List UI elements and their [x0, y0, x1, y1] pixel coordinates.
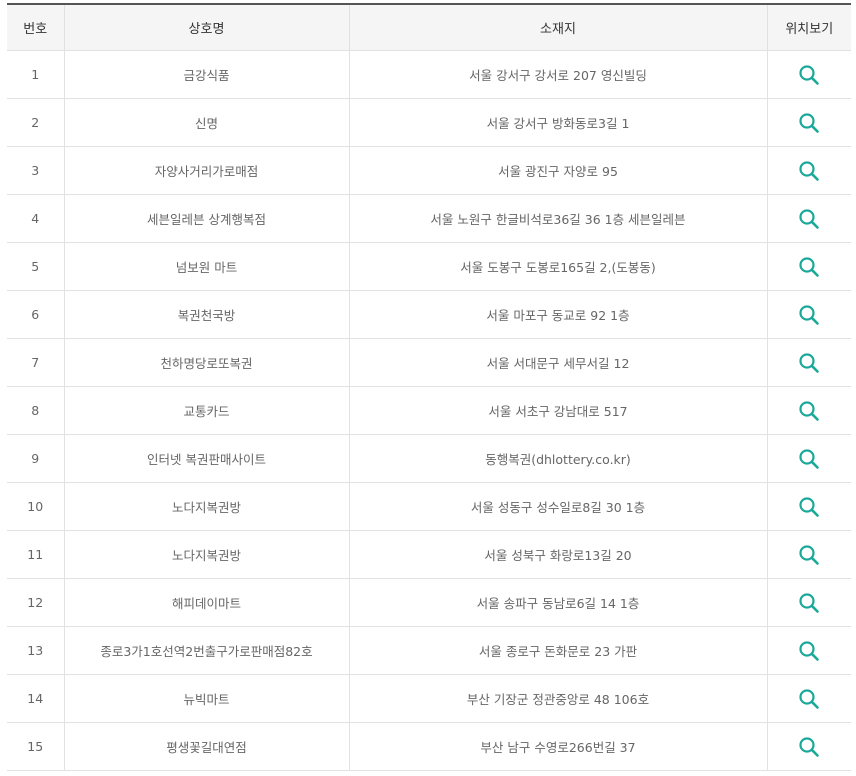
table-row: 6 복권천국방 서울 마포구 동교로 92 1층 — [7, 290, 851, 339]
row-num: 3 — [7, 146, 64, 195]
row-address: 서울 강서구 방화동로3길 1 — [348, 98, 767, 147]
row-address: 서울 노원구 한글비석로36길 36 1층 세븐일레븐 — [348, 194, 767, 243]
row-store-name: 넘보원 마트 — [63, 242, 349, 291]
row-num: 1 — [7, 50, 64, 99]
header-row: 번호 상호명 소재지 위치보기 — [7, 4, 851, 51]
row-address: 부산 남구 수영로266번길 37 — [348, 722, 767, 771]
table-row: 8 교통카드 서울 서초구 강남대로 517 — [7, 386, 851, 435]
search-icon[interactable] — [797, 639, 821, 663]
row-address: 동행복권(dhlottery.co.kr) — [348, 434, 767, 483]
search-icon[interactable] — [797, 399, 821, 423]
row-store-name: 뉴빅마트 — [63, 674, 349, 723]
row-num: 14 — [7, 674, 64, 723]
table-row: 4 세븐일레븐 상계행복점 서울 노원구 한글비석로36길 36 1층 세븐일레븐 — [7, 194, 851, 243]
row-address: 서울 송파구 동남로6길 14 1층 — [348, 578, 767, 627]
row-store-name: 자양사거리가로매점 — [63, 146, 349, 195]
table-row: 5 넘보원 마트 서울 도봉구 도봉로165길 2,(도봉동) — [7, 242, 851, 291]
table-row: 13 종로3가1호선역2번출구가로판매점82호 서울 종로구 돈화문로 23 가판 — [7, 626, 851, 675]
search-icon[interactable] — [797, 159, 821, 183]
row-map-cell — [766, 722, 851, 771]
row-map-cell — [766, 674, 851, 723]
table-row: 7 천하명당로또복권 서울 서대문구 세무서길 12 — [7, 338, 851, 387]
row-map-cell — [766, 482, 851, 531]
row-map-cell — [766, 146, 851, 195]
row-address: 서울 마포구 동교로 92 1층 — [348, 290, 767, 339]
row-map-cell — [766, 530, 851, 579]
row-num: 8 — [7, 386, 64, 435]
search-icon[interactable] — [797, 495, 821, 519]
table-row: 2 신명 서울 강서구 방화동로3길 1 — [7, 98, 851, 147]
header-num: 번호 — [7, 4, 64, 51]
row-num: 11 — [7, 530, 64, 579]
row-address: 서울 성북구 화랑로13길 20 — [348, 530, 767, 579]
row-address: 서울 서대문구 세무서길 12 — [348, 338, 767, 387]
row-num: 5 — [7, 242, 64, 291]
row-map-cell — [766, 386, 851, 435]
table-row: 12 해피데이마트 서울 송파구 동남로6길 14 1층 — [7, 578, 851, 627]
row-address: 서울 종로구 돈화문로 23 가판 — [348, 626, 767, 675]
search-icon[interactable] — [797, 447, 821, 471]
row-store-name: 금강식품 — [63, 50, 349, 99]
search-icon[interactable] — [797, 543, 821, 567]
row-map-cell — [766, 626, 851, 675]
row-address: 부산 기장군 정관중앙로 48 106호 — [348, 674, 767, 723]
row-store-name: 해피데이마트 — [63, 578, 349, 627]
row-num: 12 — [7, 578, 64, 627]
table-row: 1 금강식품 서울 강서구 강서로 207 영신빌딩 — [7, 50, 851, 99]
row-map-cell — [766, 434, 851, 483]
row-map-cell — [766, 194, 851, 243]
table-row: 10 노다지복권방 서울 성동구 성수일로8길 30 1층 — [7, 482, 851, 531]
row-store-name: 교통카드 — [63, 386, 349, 435]
header-map: 위치보기 — [766, 4, 851, 51]
row-map-cell — [766, 242, 851, 291]
search-icon[interactable] — [797, 591, 821, 615]
search-icon[interactable] — [797, 63, 821, 87]
row-map-cell — [766, 338, 851, 387]
row-address: 서울 성동구 성수일로8길 30 1층 — [348, 482, 767, 531]
row-address: 서울 서초구 강남대로 517 — [348, 386, 767, 435]
search-icon[interactable] — [797, 687, 821, 711]
table-row: 11 노다지복권방 서울 성북구 화랑로13길 20 — [7, 530, 851, 579]
row-address: 서울 광진구 자양로 95 — [348, 146, 767, 195]
search-icon[interactable] — [797, 303, 821, 327]
row-num: 2 — [7, 98, 64, 147]
table-row: 3 자양사거리가로매점 서울 광진구 자양로 95 — [7, 146, 851, 195]
search-icon[interactable] — [797, 111, 821, 135]
row-address: 서울 강서구 강서로 207 영신빌딩 — [348, 50, 767, 99]
search-icon[interactable] — [797, 735, 821, 759]
row-store-name: 천하명당로또복권 — [63, 338, 349, 387]
row-map-cell — [766, 290, 851, 339]
table-body: 1 금강식품 서울 강서구 강서로 207 영신빌딩 2 신명 서울 강서구 방화동로3길… — [7, 50, 851, 771]
row-num: 6 — [7, 290, 64, 339]
header-address: 소재지 — [348, 4, 767, 51]
table-row: 15 평생꽃길대연점 부산 남구 수영로266번길 37 — [7, 722, 851, 771]
search-icon[interactable] — [797, 207, 821, 231]
row-num: 13 — [7, 626, 64, 675]
row-map-cell — [766, 578, 851, 627]
row-num: 7 — [7, 338, 64, 387]
row-store-name: 평생꽃길대연점 — [63, 722, 349, 771]
row-store-name: 종로3가1호선역2번출구가로판매점82호 — [63, 626, 349, 675]
row-num: 4 — [7, 194, 64, 243]
search-icon[interactable] — [797, 255, 821, 279]
row-store-name: 신명 — [63, 98, 349, 147]
table-header: 번호 상호명 소재지 위치보기 — [7, 4, 851, 51]
row-address: 서울 도봉구 도봉로165길 2,(도봉동) — [348, 242, 767, 291]
row-store-name: 노다지복권방 — [63, 530, 349, 579]
row-store-name: 세븐일레븐 상계행복점 — [63, 194, 349, 243]
search-icon[interactable] — [797, 351, 821, 375]
store-table: 번호 상호명 소재지 위치보기 1 금강식품 서울 강서구 강서로 207 영신빌딩… — [7, 3, 851, 771]
row-num: 9 — [7, 434, 64, 483]
header-name: 상호명 — [63, 4, 349, 51]
row-store-name: 복권천국방 — [63, 290, 349, 339]
table-row: 14 뉴빅마트 부산 기장군 정관중앙로 48 106호 — [7, 674, 851, 723]
row-num: 10 — [7, 482, 64, 531]
row-map-cell — [766, 50, 851, 99]
row-map-cell — [766, 98, 851, 147]
table-row: 9 인터넷 복권판매사이트 동행복권(dhlottery.co.kr) — [7, 434, 851, 483]
row-num: 15 — [7, 722, 64, 771]
row-store-name: 노다지복권방 — [63, 482, 349, 531]
row-store-name: 인터넷 복권판매사이트 — [63, 434, 349, 483]
